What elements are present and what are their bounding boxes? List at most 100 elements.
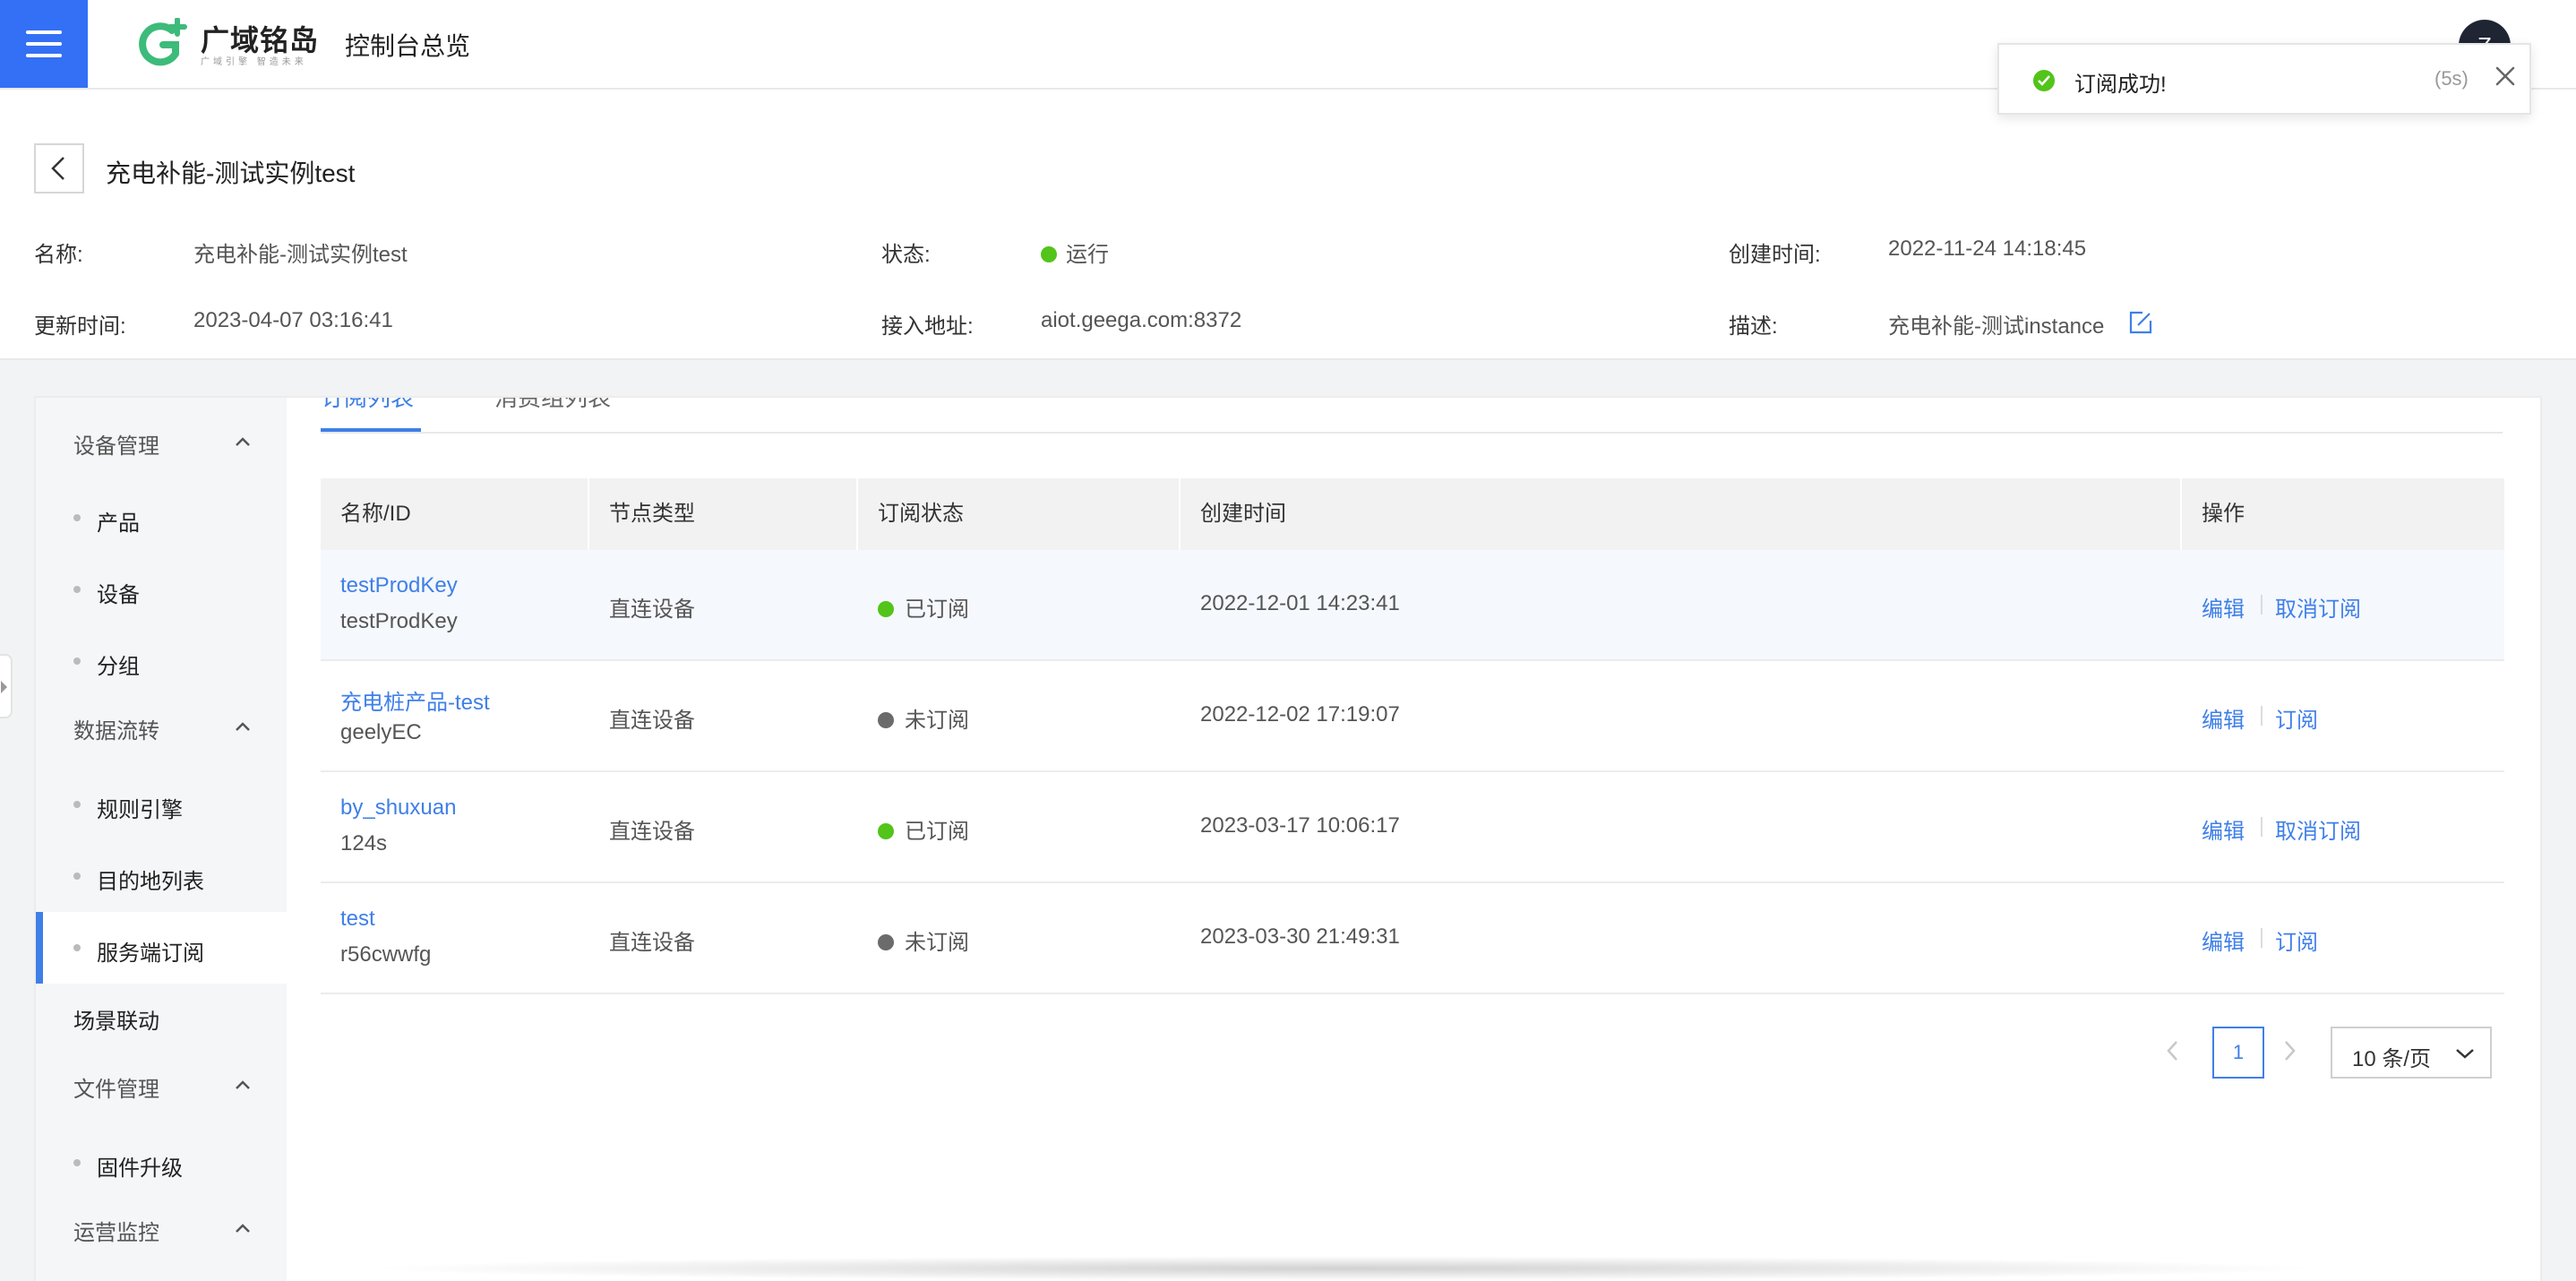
status-indicator <box>1041 246 1057 262</box>
column-header-status: 订阅状态 <box>878 502 964 526</box>
edit-button[interactable]: 编辑 <box>2202 591 2245 623</box>
unsubscribe-button[interactable]: 取消订阅 <box>2275 591 2361 623</box>
brand-tagline: 广域引擎 智造未来 <box>201 57 307 67</box>
chevron-left-icon[interactable] <box>2162 1037 2184 1064</box>
sidebar: 设备管理 产品 设备 分组 数据流转 规则引擎 目的地列表 服务端订阅 场景联动… <box>36 398 287 1281</box>
sidebar-item-destination-list[interactable]: 目的地列表 <box>36 840 287 912</box>
toast-countdown: (5s) <box>2434 67 2469 90</box>
page-number-current[interactable]: 1 <box>2212 1027 2264 1079</box>
subscription-status: 已订阅 <box>878 591 969 623</box>
sidebar-item-server-subscription[interactable]: 服务端订阅 <box>36 912 287 984</box>
edit-button[interactable]: 编辑 <box>2202 813 2245 845</box>
table-row: test r56cwwfg 直连设备 未订阅 2023-03-30 21:49:… <box>321 883 2504 994</box>
hamburger-icon <box>26 30 62 34</box>
tabs-divider <box>321 432 2503 434</box>
console-overview-link[interactable]: 控制台总览 <box>345 27 470 63</box>
sidebar-item-group[interactable]: 分组 <box>36 625 287 697</box>
subscribe-button[interactable]: 订阅 <box>2275 702 2318 734</box>
created-time: 2023-03-30 21:49:31 <box>1200 924 1400 949</box>
node-type: 直连设备 <box>609 931 695 955</box>
created-label: 创建时间: <box>1729 243 1821 267</box>
name-value: 充电补能-测试实例test <box>193 243 408 267</box>
subscription-status: 未订阅 <box>878 702 969 734</box>
product-id: r56cwwfg <box>340 942 432 967</box>
status-value: 运行 <box>1041 236 1109 268</box>
sidebar-item-rule-engine[interactable]: 规则引擎 <box>36 769 287 840</box>
sidebar-group-ops-monitor[interactable]: 运营监控 <box>73 1215 159 1246</box>
chevron-up-icon[interactable] <box>233 1079 253 1091</box>
created-time: 2023-03-17 10:06:17 <box>1200 813 1400 838</box>
product-id: testProdKey <box>340 609 458 633</box>
chevron-up-icon[interactable] <box>233 720 253 733</box>
chevron-left-icon <box>51 157 64 180</box>
tab-subscription-list[interactable]: 订阅列表 <box>321 398 414 413</box>
success-toast: 订阅成功! (5s) <box>1997 43 2531 115</box>
node-type: 直连设备 <box>609 709 695 733</box>
created-time: 2022-12-01 14:23:41 <box>1200 591 1400 615</box>
active-indicator <box>36 912 43 984</box>
tab-consumer-group-list[interactable]: 消费组列表 <box>494 398 611 413</box>
page-size-select[interactable]: 10 条/页 <box>2331 1027 2492 1079</box>
menu-button[interactable] <box>0 0 88 88</box>
caret-right-icon <box>1 681 7 693</box>
bottom-shadow <box>358 1256 2329 1281</box>
chevron-up-icon[interactable] <box>233 435 253 448</box>
chevron-right-icon[interactable] <box>2279 1037 2300 1064</box>
column-header-created: 创建时间 <box>1200 502 1286 526</box>
table-header: 名称/ID 节点类型 订阅状态 创建时间 操作 <box>321 478 2504 550</box>
sidebar-group-device-mgmt[interactable]: 设备管理 <box>73 428 159 460</box>
sidebar-item-device[interactable]: 设备 <box>36 554 287 625</box>
updated-label: 更新时间: <box>34 314 126 339</box>
active-tab-indicator <box>321 428 421 432</box>
edit-button[interactable]: 编辑 <box>2202 702 2245 734</box>
sidebar-item-scene-linkage[interactable]: 场景联动 <box>73 1003 159 1035</box>
product-id: geelyEC <box>340 720 422 744</box>
product-name-link[interactable]: testProdKey <box>340 573 458 598</box>
sidebar-item-product[interactable]: 产品 <box>36 482 287 554</box>
product-name-link[interactable]: by_shuxuan <box>340 795 456 821</box>
sidebar-group-data-flow[interactable]: 数据流转 <box>73 713 159 744</box>
instance-header: 充电补能-测试实例test 名称: 充电补能-测试实例test 状态: 运行 创… <box>0 90 2576 360</box>
product-name-link[interactable]: test <box>340 907 375 932</box>
column-header-node-type: 节点类型 <box>609 502 695 526</box>
table-row: 充电桩产品-test geelyEC 直连设备 未订阅 2022-12-02 1… <box>321 661 2504 772</box>
edit-icon[interactable] <box>2128 310 2153 335</box>
check-circle-icon <box>2033 70 2055 91</box>
content-card: 设备管理 产品 设备 分组 数据流转 规则引擎 目的地列表 服务端订阅 场景联动… <box>34 396 2542 1281</box>
endpoint-label: 接入地址: <box>881 314 974 339</box>
product-name-link[interactable]: 充电桩产品-test <box>340 684 490 716</box>
status-dot <box>878 823 894 839</box>
endpoint-value: aiot.geega.com:8372 <box>1041 308 1242 332</box>
status-dot <box>878 934 894 950</box>
node-type: 直连设备 <box>609 820 695 844</box>
unsubscribe-button[interactable]: 取消订阅 <box>2275 813 2361 845</box>
subscription-status: 未订阅 <box>878 924 969 956</box>
subscribe-button[interactable]: 订阅 <box>2275 924 2318 956</box>
back-button[interactable] <box>34 143 84 193</box>
status-label: 状态: <box>881 243 931 267</box>
updated-value: 2023-04-07 03:16:41 <box>193 308 393 332</box>
edit-button[interactable]: 编辑 <box>2202 924 2245 956</box>
sidebar-collapse-handle[interactable] <box>0 654 13 718</box>
page-title: 充电补能-测试实例test <box>106 159 356 187</box>
sidebar-group-file-mgmt[interactable]: 文件管理 <box>73 1071 159 1103</box>
description-label: 描述: <box>1729 314 1778 339</box>
column-header-name: 名称/ID <box>340 502 411 526</box>
chevron-down-icon <box>2456 1049 2474 1059</box>
column-header-actions: 操作 <box>2202 502 2245 526</box>
node-type: 直连设备 <box>609 598 695 622</box>
subscription-status: 已订阅 <box>878 813 969 845</box>
chevron-up-icon[interactable] <box>233 1222 253 1234</box>
table-row: by_shuxuan 124s 直连设备 已订阅 2023-03-17 10:0… <box>321 772 2504 883</box>
created-value: 2022-11-24 14:18:45 <box>1888 236 2087 261</box>
sidebar-item-firmware-upgrade[interactable]: 固件升级 <box>36 1127 287 1199</box>
toast-message: 订阅成功! <box>2074 73 2167 97</box>
product-id: 124s <box>340 831 388 855</box>
table-row: testProdKey testProdKey 直连设备 已订阅 2022-12… <box>321 550 2504 661</box>
name-label: 名称: <box>34 243 83 267</box>
created-time: 2022-12-02 17:19:07 <box>1200 702 1400 726</box>
description-value: 充电补能-测试instance <box>1888 314 2105 339</box>
close-icon[interactable] <box>2492 63 2519 90</box>
status-dot <box>878 712 894 728</box>
status-dot <box>878 601 894 617</box>
